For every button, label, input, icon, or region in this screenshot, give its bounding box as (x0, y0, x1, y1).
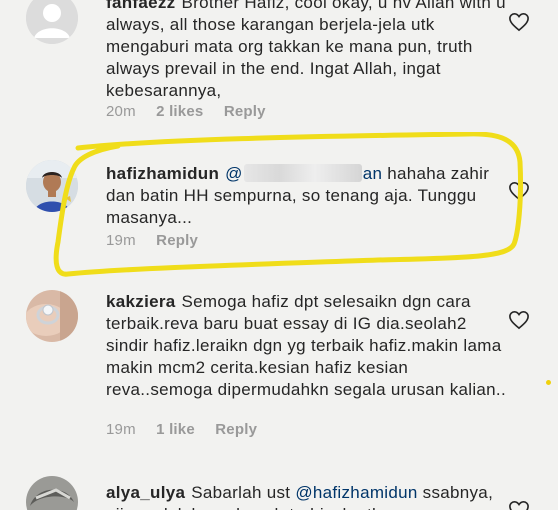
comment-body: Sabarlah ust (191, 483, 296, 502)
comment-username[interactable]: alya_ulya (106, 483, 185, 502)
comment-username[interactable]: hafizhamidun (106, 164, 219, 183)
mention-link[interactable]: @ an (225, 164, 382, 183)
reply-button[interactable]: Reply (215, 421, 257, 438)
heart-outline-icon[interactable] (508, 310, 530, 330)
heart-outline-icon[interactable] (508, 500, 530, 510)
comment-time: 19m (106, 421, 136, 438)
comment-text: alya_ulya Sabarlah ust @hafizhamidun ssab… (106, 482, 506, 510)
comment-time: 19m (106, 232, 136, 249)
comment-text: fanfaezz Brother Hafiz, cool okay, u hv A… (106, 0, 506, 102)
blurred-username (243, 164, 362, 182)
comments-screen: fanfaezz Brother Hafiz, cool okay, u hv A… (0, 0, 558, 510)
comment-meta: 19m 1 like Reply (106, 421, 273, 438)
comment-body: Brother Hafiz, cool okay, u hv Allah wit… (106, 0, 506, 100)
highlight-dot (546, 380, 551, 385)
heart-outline-icon[interactable] (508, 181, 530, 201)
avatar-hafizhamidun[interactable] (26, 160, 78, 212)
comment-time: 20m (106, 103, 136, 120)
avatar-kakziera[interactable] (26, 290, 78, 342)
comment-meta: 19m Reply (106, 232, 214, 249)
reply-button[interactable]: Reply (156, 232, 198, 249)
comment-text: hafizhamidun @ an hahaha zahir dan batin H… (106, 163, 506, 229)
comment-text: kakziera Semoga hafiz dpt selesaikn dgn c… (106, 291, 506, 401)
avatar-default[interactable] (26, 0, 78, 44)
profile-photo-icon (26, 476, 78, 510)
default-avatar-icon (26, 0, 78, 44)
comment-username[interactable]: kakziera (106, 292, 176, 311)
heart-outline-icon[interactable] (508, 12, 530, 32)
profile-photo-icon (26, 160, 78, 212)
comment-likes[interactable]: 2 likes (156, 103, 203, 120)
ring-photo-icon (26, 290, 78, 342)
mention-link[interactable]: @hafizhamidun (295, 483, 417, 502)
comment-username[interactable]: fanfaezz (106, 0, 175, 12)
avatar-alya-ulya[interactable] (26, 476, 78, 510)
comment-likes[interactable]: 1 like (156, 421, 195, 438)
comment-meta: 20m 2 likes Reply (106, 103, 282, 120)
reply-button[interactable]: Reply (224, 103, 266, 120)
